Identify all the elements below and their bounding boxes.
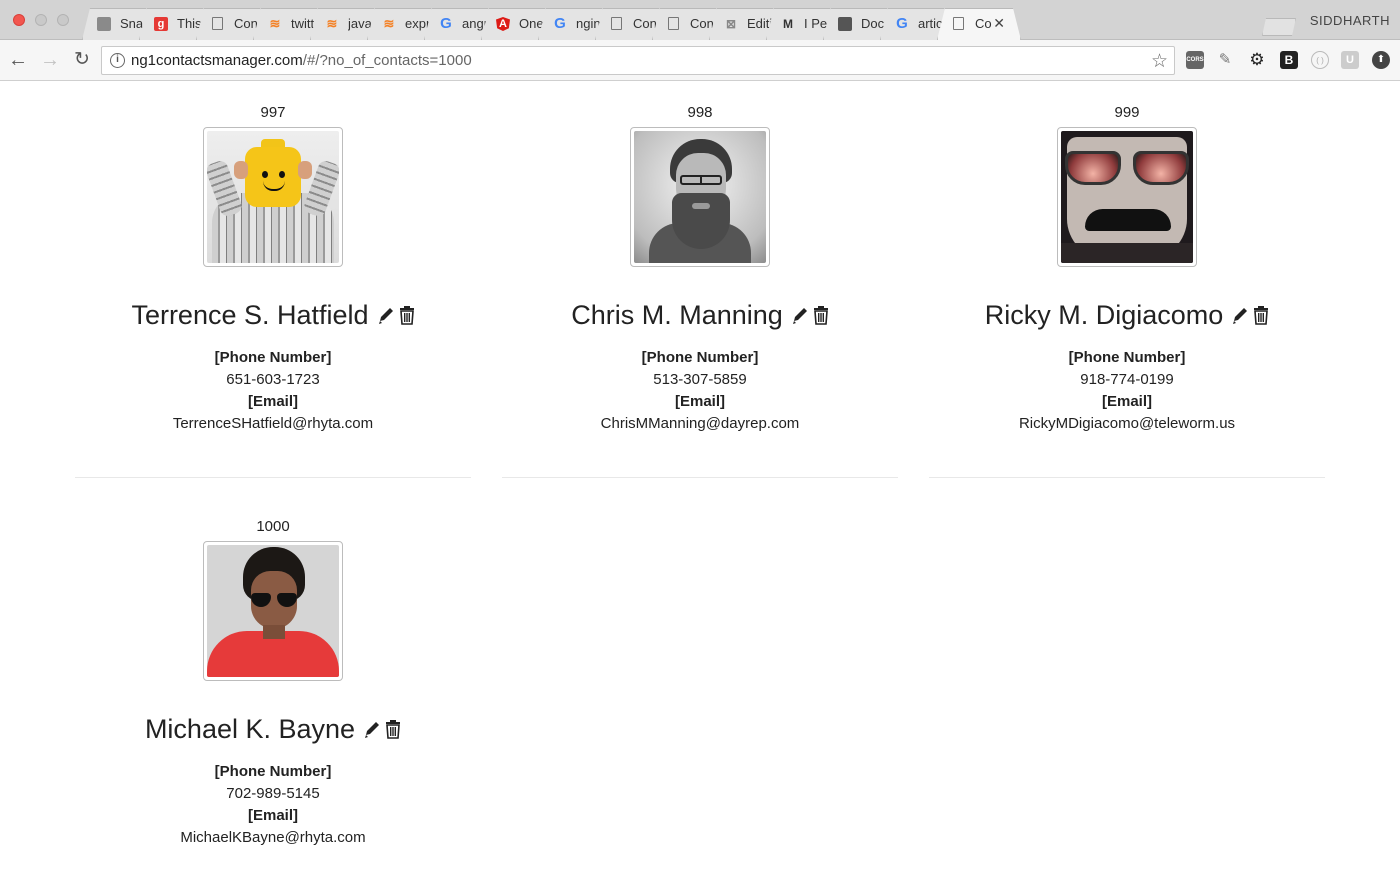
phone-label: [Phone Number] <box>1068 349 1186 366</box>
contact-avatar <box>203 541 343 681</box>
trash-delete-icon[interactable] <box>399 305 415 325</box>
phone-value: 513-307-5859 <box>653 371 747 388</box>
email-value: TerrenceSHatfield@rhyta.com <box>172 415 374 432</box>
trash-delete-icon[interactable] <box>385 719 401 739</box>
contact-name-row: Michael K. Bayne <box>73 713 473 745</box>
browser-toolbar: ← → ↻ i ng1contactsmanager.com/#/?no_of_… <box>0 40 1400 81</box>
snap-icon <box>97 17 111 31</box>
contact-avatar <box>630 127 770 267</box>
url-text[interactable]: ng1contactsmanager.com/#/?no_of_contacts… <box>131 53 472 69</box>
download-extension-icon[interactable]: ⬆ <box>1372 51 1390 69</box>
url-path: /#/?no_of_contacts=1000 <box>302 52 472 69</box>
address-bar[interactable]: i ng1contactsmanager.com/#/?no_of_contac… <box>101 46 1175 75</box>
contact-avatar <box>203 127 343 267</box>
document-icon <box>668 17 679 30</box>
row-divider <box>929 477 1325 478</box>
trash-delete-icon[interactable] <box>813 305 829 325</box>
pencil-edit-icon[interactable] <box>791 305 809 325</box>
contact-card: 1000 Michael K. Bayne [Phone Number] 702… <box>73 496 473 849</box>
stackoverflow-icon: ≋ <box>269 16 281 31</box>
contact-name-row: Chris M. Manning <box>500 299 900 331</box>
document-icon <box>212 17 223 30</box>
row-divider <box>502 477 898 478</box>
email-label: [Email] <box>247 807 298 824</box>
phone-label: [Phone Number] <box>214 349 332 366</box>
gear-icon[interactable]: ⚙ <box>1248 51 1266 69</box>
contact-card: 999 Ricky M. Digiacomo [Phone Number] 91… <box>927 82 1327 435</box>
contact-name: Michael K. Bayne <box>144 714 356 744</box>
url-host: ng1contactsmanager.com <box>131 52 303 69</box>
info-icon[interactable]: i <box>110 53 125 68</box>
contact-number: 1000 <box>256 518 290 535</box>
pencil-edit-icon[interactable] <box>377 305 395 325</box>
forward-arrow-icon[interactable]: → <box>38 48 62 72</box>
reload-icon[interactable]: ↻ <box>70 48 94 72</box>
tab-list: Snap g This Cont ≋ twitte ≋ javas ≋ expre Ga… <box>82 8 1006 40</box>
new-tab-button[interactable] <box>1262 18 1296 36</box>
contact-card: 998 Chris M. Manning [Phone Number] 513-… <box>500 82 900 435</box>
book-icon <box>838 17 852 31</box>
tab-title: Co <box>975 17 992 31</box>
row-divider <box>75 477 471 478</box>
contact-avatar <box>1057 127 1197 267</box>
google-icon: G <box>554 15 566 32</box>
phone-value: 918-774-0199 <box>1080 371 1174 388</box>
phone-label: [Phone Number] <box>641 349 759 366</box>
maximize-window-button[interactable] <box>57 14 69 26</box>
google-icon: G <box>440 15 452 32</box>
edit-page-icon: ⊠ <box>725 17 737 31</box>
email-value: MichaelKBayne@rhyta.com <box>180 829 366 846</box>
cors-extension-icon[interactable]: CORS <box>1186 51 1204 69</box>
email-label: [Email] <box>674 393 725 410</box>
stackoverflow-icon: ≋ <box>383 16 395 31</box>
close-tab-icon[interactable]: ✕ <box>993 16 1005 30</box>
browser-tab-active[interactable]: Co ✕ <box>937 8 1021 40</box>
bold-b-extension-icon[interactable]: B <box>1280 51 1298 69</box>
email-value: RickyMDigiacomo@teleworm.us <box>1018 415 1236 432</box>
pencil-edit-icon[interactable] <box>363 719 381 739</box>
phone-value: 651-603-1723 <box>226 371 320 388</box>
profile-name[interactable]: SIDDHARTH <box>1310 13 1390 28</box>
pin-extension-icon[interactable]: ✎ <box>1216 51 1234 69</box>
trash-delete-icon[interactable] <box>1253 305 1269 325</box>
contact-card: 997 Terrence S. Hatfield [Phone Number] … <box>73 82 473 435</box>
contact-name-row: Ricky M. Digiacomo <box>927 299 1327 331</box>
email-label: [Email] <box>1101 393 1152 410</box>
back-arrow-icon[interactable]: ← <box>6 48 30 72</box>
email-value: ChrisMManning@dayrep.com <box>600 415 800 432</box>
browser-tab-strip: Snap g This Cont ≋ twitte ≋ javas ≋ expre Ga… <box>0 0 1400 40</box>
contact-number: 999 <box>1114 104 1140 121</box>
u-extension-icon[interactable]: U <box>1341 51 1359 69</box>
phone-label: [Phone Number] <box>214 763 332 780</box>
contact-number: 998 <box>687 104 713 121</box>
red-square-icon: g <box>154 17 168 31</box>
document-icon <box>611 17 622 30</box>
contact-name: Terrence S. Hatfield <box>131 300 369 330</box>
google-icon: G <box>896 15 908 32</box>
contact-name-row: Terrence S. Hatfield <box>73 299 473 331</box>
close-window-button[interactable] <box>13 14 25 26</box>
stackoverflow-icon: ≋ <box>326 16 338 31</box>
circle-extension-icon[interactable]: ( ) <box>1311 51 1329 69</box>
phone-value: 702-989-5145 <box>226 785 320 802</box>
pencil-edit-icon[interactable] <box>1231 305 1249 325</box>
contacts-page: 997 Terrence S. Hatfield [Phone Number] … <box>0 82 1400 875</box>
document-icon <box>953 17 964 30</box>
bookmark-star-icon[interactable]: ☆ <box>1151 50 1168 73</box>
minimize-window-button[interactable] <box>35 14 47 26</box>
contact-name: Ricky M. Digiacomo <box>984 300 1224 330</box>
email-label: [Email] <box>247 393 298 410</box>
medium-icon: M <box>783 17 793 31</box>
contact-name: Chris M. Manning <box>571 300 783 330</box>
contact-number: 997 <box>260 104 286 121</box>
